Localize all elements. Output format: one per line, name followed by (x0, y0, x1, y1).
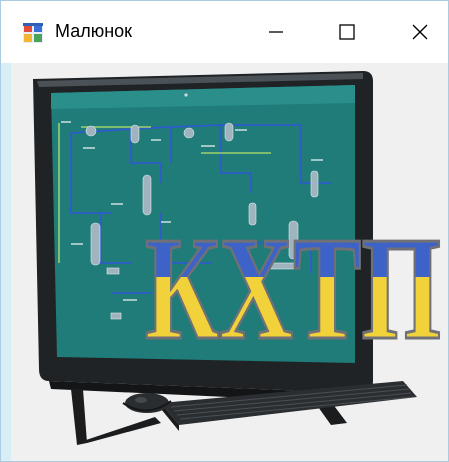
computer-picture: КХТП КХТП (33, 71, 441, 445)
window-title: Малюнок (55, 21, 133, 41)
maximize-icon (339, 24, 355, 40)
picture-box: КХТП КХТП (1, 63, 448, 461)
form-icon (23, 23, 43, 43)
minimize-icon (269, 31, 283, 33)
close-button[interactable] (397, 9, 443, 55)
maximize-button[interactable] (324, 9, 370, 55)
close-icon (412, 24, 428, 40)
minimize-button[interactable] (253, 9, 299, 55)
title-bar[interactable]: Малюнок (1, 1, 448, 63)
left-border (1, 63, 11, 461)
app-window: Малюнок КХТП (0, 0, 449, 462)
